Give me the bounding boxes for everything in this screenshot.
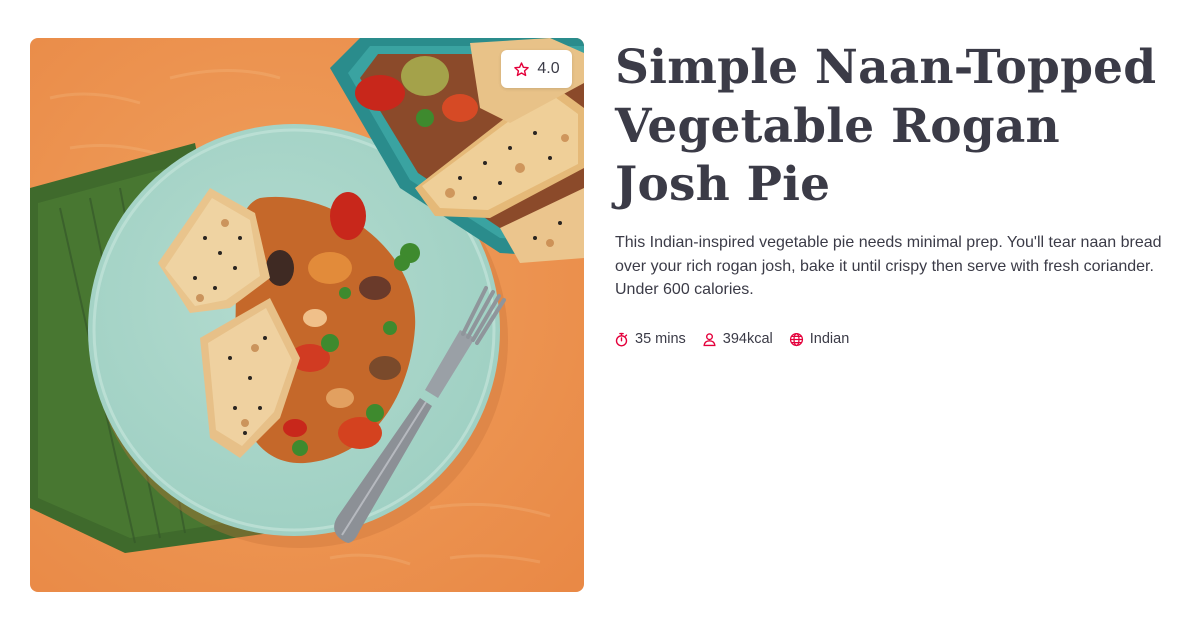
recipe-image [30,38,584,592]
meta-time: 35 mins [614,331,686,347]
recipe-title: Simple Naan-Topped Vegetable Rogan Josh … [615,40,1157,212]
meta-cuisine-label: Indian [809,331,850,347]
star-outline-icon [513,61,530,78]
rating-value: 4.0 [537,60,560,77]
recipe-meta: 35 mins 394kcal Indian [614,331,849,347]
meta-cuisine: Indian [789,331,850,347]
globe-icon [789,332,804,347]
meta-calories-label: 394kcal [722,331,773,347]
stopwatch-icon [614,332,629,347]
person-icon [702,332,717,347]
rating-badge: 4.0 [501,50,572,88]
meta-calories: 394kcal [702,331,773,347]
meta-time-label: 35 mins [635,331,686,347]
recipe-description: This Indian-inspired vegetable pie needs… [615,234,1162,298]
